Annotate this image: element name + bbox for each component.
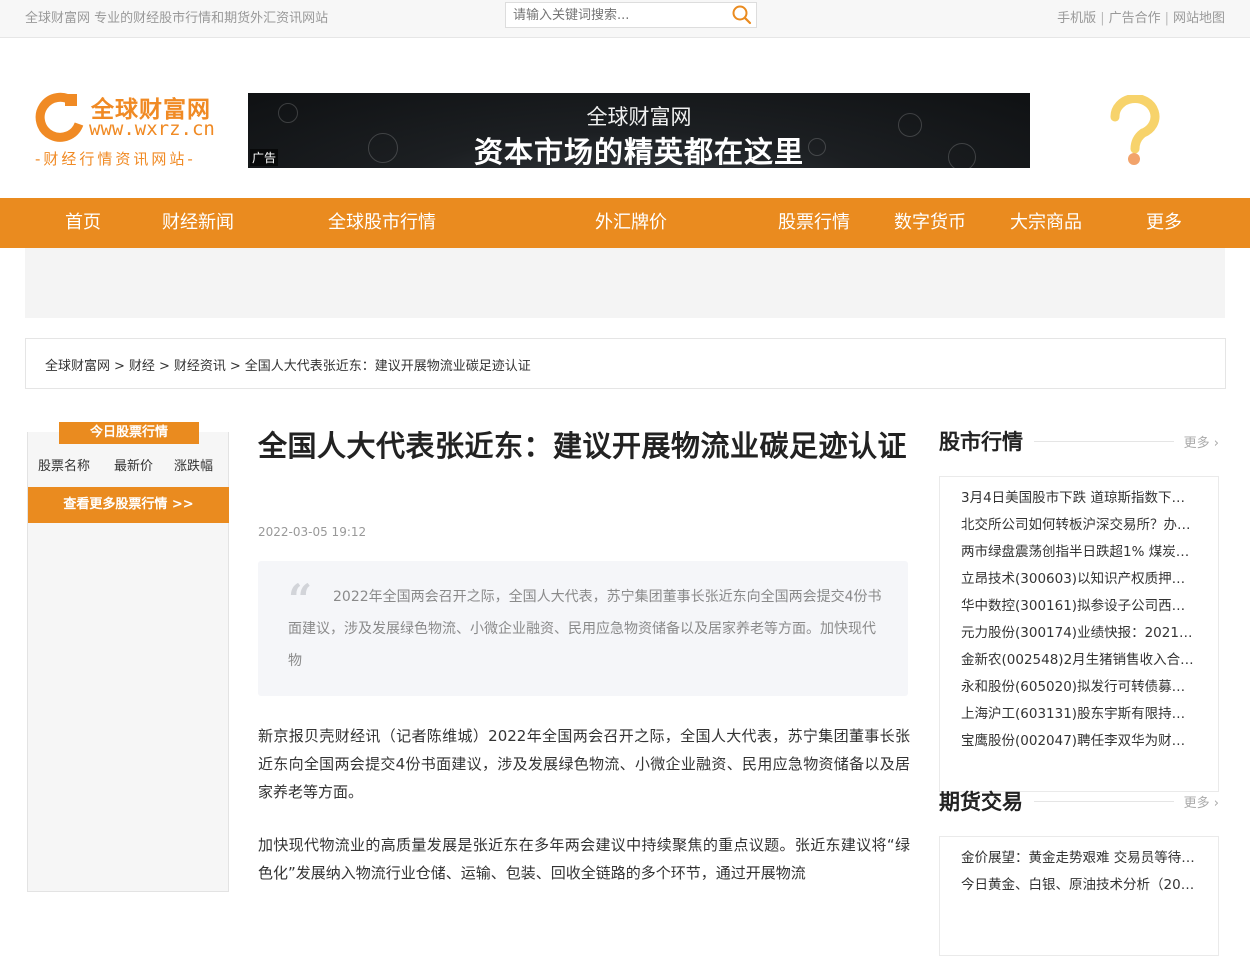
sidebar-stock-market: 股市行情 更多 › 3月4日美国股市下跌 道琼斯指数下跌0.53% 北交所公司如…	[939, 426, 1219, 792]
logo-url: www.wxrz.cn	[89, 118, 215, 140]
column-change-pct: 涨跌幅	[174, 459, 214, 474]
top-bar: 全球财富网 专业的财经股市行情和期货外汇资讯网站 手机版|广告合作|网站地图	[0, 0, 1250, 38]
section-header: 股市行情 更多 ›	[939, 426, 1219, 456]
news-item[interactable]: 宝鹰股份(002047)聘任李双华为财务总监	[961, 728, 1197, 755]
article-body: 新京报贝壳财经讯（记者陈维城）2022年全国两会召开之际，全国人大代表，苏宁集团…	[258, 722, 910, 912]
stock-quotes-box: 今日股票行情 股票名称 最新价 涨跌幅 查看更多股票行情 >>	[27, 422, 229, 892]
sidebar-futures: 期货交易 更多 › 金价展望：黄金走势艰难 交易员等待数据 今日黄金、白银、原油…	[939, 786, 1219, 956]
summary-text: 2022年全国两会召开之际，全国人大代表，苏宁集团董事长张近东向全国两会提交4份…	[288, 589, 882, 669]
news-item[interactable]: 北交所公司如何转板沪深交易所？办法出台	[961, 512, 1197, 539]
breadcrumb-separator: >	[114, 359, 125, 374]
news-item[interactable]: 元力股份(300174)业绩快报：2021年净利增长	[961, 620, 1197, 647]
article: 全国人大代表张近东：建议开展物流业碳足迹认证 2022-03-05 19:12 …	[258, 425, 910, 882]
article-title: 全国人大代表张近东：建议开展物流业碳足迹认证	[258, 429, 908, 463]
logo-c-icon	[35, 92, 84, 142]
news-item[interactable]: 金价展望：黄金走势艰难 交易员等待数据	[961, 845, 1197, 872]
column-latest-price: 最新价	[114, 459, 154, 474]
sitemap-link[interactable]: 网站地图	[1173, 11, 1225, 26]
more-link[interactable]: 更多 ›	[1184, 792, 1219, 811]
news-item[interactable]: 华中数控(300161)拟参设子公司西安数控	[961, 593, 1197, 620]
breadcrumb-finance-info[interactable]: 财经资讯	[174, 359, 226, 374]
nav-commodities[interactable]: 大宗商品	[1010, 198, 1082, 248]
banner-slogan: 资本市场的精英都在这里	[473, 135, 804, 168]
more-link[interactable]: 更多 ›	[1184, 432, 1219, 451]
ad-banner[interactable]: 全球财富网 资本市场的精英都在这里 广告	[248, 93, 1030, 168]
news-item[interactable]: 金新农(002548)2月生猪销售收入合计同比下降	[961, 647, 1197, 674]
link-separator: |	[1164, 11, 1169, 26]
news-item[interactable]: 3月4日美国股市下跌 道琼斯指数下跌0.53%	[961, 485, 1197, 512]
section-divider	[1034, 801, 1174, 802]
article-paragraph: 加快现代物流业的高质量发展是张近东在多年两会建议中持续聚焦的重点议题。张近东建议…	[258, 836, 910, 882]
nav-home[interactable]: 首页	[65, 198, 101, 248]
site-logo[interactable]: 全球财富网 www.wxrz.cn -财经行情资讯网站-	[33, 90, 233, 170]
news-item[interactable]: 两市绿盘震荡创指半日跌超1% 煤炭股走强	[961, 539, 1197, 566]
ad-placeholder	[25, 248, 1225, 318]
section-title: 期货交易	[939, 790, 1023, 814]
ad-label: 广告	[250, 149, 279, 166]
banner-title: 全球财富网	[586, 105, 692, 129]
breadcrumb-separator: >	[229, 359, 241, 374]
article-paragraph: 新京报贝壳财经讯（记者陈维城）2022年全国两会召开之际，全国人大代表，苏宁集团…	[258, 727, 910, 801]
breadcrumb-separator: >	[158, 359, 170, 374]
search-icon[interactable]	[731, 5, 753, 25]
breadcrumb-finance[interactable]: 财经	[129, 359, 155, 374]
column-stock-name: 股票名称	[38, 459, 91, 474]
nav-crypto[interactable]: 数字货币	[894, 198, 966, 248]
breadcrumb-current: 全国人大代表张近东：建议开展物流业碳足迹认证	[244, 359, 531, 374]
section-title: 股市行情	[939, 430, 1023, 454]
site-slogan: 全球财富网 专业的财经股市行情和期货外汇资讯网站	[25, 11, 329, 26]
main-nav: 首页 财经新闻 全球股市行情 外汇牌价 股票行情 数字货币 大宗商品 更多	[0, 198, 1250, 248]
news-item[interactable]: 今日黄金、白银、原油技术分析（2022年3月）	[961, 872, 1197, 899]
search-input[interactable]	[506, 3, 726, 27]
ad-cooperation-link[interactable]: 广告合作	[1109, 11, 1161, 26]
logo-tagline: -财经行情资讯网站-	[35, 150, 196, 168]
news-list: 金价展望：黄金走势艰难 交易员等待数据 今日黄金、白银、原油技术分析（2022年…	[939, 836, 1219, 956]
nav-stock-quotes[interactable]: 股票行情	[778, 198, 850, 248]
section-divider	[1034, 441, 1174, 442]
section-header: 期货交易 更多 ›	[939, 786, 1219, 816]
nav-more[interactable]: 更多	[1146, 198, 1182, 248]
article-date: 2022-03-05 19:12	[258, 525, 367, 539]
question-mark-icon	[1110, 95, 1160, 165]
more-stock-quotes-button[interactable]: 查看更多股票行情 >>	[28, 487, 229, 523]
quote-icon: “	[288, 575, 313, 624]
breadcrumb: 全球财富网 > 财经 > 财经资讯 > 全国人大代表张近东：建议开展物流业碳足迹认证	[25, 338, 1226, 389]
news-list: 3月4日美国股市下跌 道琼斯指数下跌0.53% 北交所公司如何转板沪深交易所？办…	[939, 476, 1219, 792]
news-item[interactable]: 立昂技术(300603)以知识产权质押融资	[961, 566, 1197, 593]
link-separator: |	[1100, 11, 1105, 26]
nav-finance-news[interactable]: 财经新闻	[162, 198, 234, 248]
breadcrumb-home[interactable]: 全球财富网	[45, 359, 110, 374]
nav-global-stocks[interactable]: 全球股市行情	[328, 198, 436, 248]
stock-box-tab: 今日股票行情	[59, 422, 199, 444]
nav-forex-rates[interactable]: 外汇牌价	[595, 198, 667, 248]
news-item[interactable]: 永和股份(605020)拟发行可转债募集资金	[961, 674, 1197, 701]
mobile-link[interactable]: 手机版	[1057, 11, 1096, 26]
article-summary: “ 2022年全国两会召开之际，全国人大代表，苏宁集团董事长张近东向全国两会提交…	[258, 561, 908, 696]
top-links: 手机版 | 广告合作 | 网站地图	[1057, 7, 1225, 26]
news-item[interactable]: 上海沪工(603131)股东宇斯有限持股减持	[961, 701, 1197, 728]
search-box	[505, 2, 757, 28]
